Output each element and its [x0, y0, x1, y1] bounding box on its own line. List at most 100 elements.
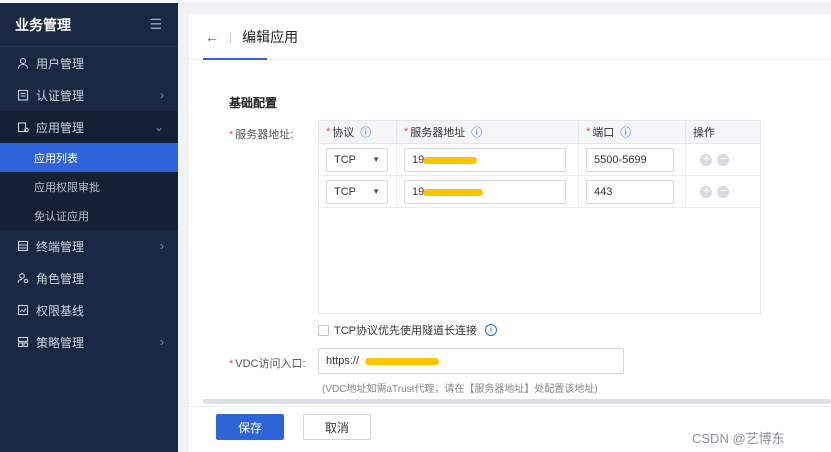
caret-down-icon: ▼ [372, 155, 380, 164]
port-cell: 443 [579, 176, 686, 207]
sidebar-item-label: 策略管理 [36, 335, 85, 350]
port-input[interactable]: 443 [586, 179, 674, 204]
add-row-icon[interactable]: + [700, 153, 712, 166]
sidebar-item-users[interactable]: 用户管理 [0, 47, 178, 79]
user-icon [16, 56, 30, 70]
add-row-icon[interactable]: + [700, 185, 712, 198]
port-cell: 5500-5699 [579, 144, 686, 175]
sidebar: 业务管理 ☰ 用户管理 认证管理 › 应用管理 ⌄ 应用列表 应用权限审批 免认… [0, 3, 178, 452]
info-icon[interactable]: ⓘ [360, 124, 371, 140]
tunnel-option: TCP协议优先使用隧道长连接 i [318, 322, 497, 338]
info-icon[interactable]: i [485, 324, 497, 336]
sidebar-title: 业务管理 [15, 16, 71, 33]
horizontal-scrollbar[interactable] [203, 399, 831, 404]
sidebar-item-label: 角色管理 [36, 271, 85, 286]
cancel-button[interactable]: 取消 [303, 414, 371, 440]
sidebar-item-label: 认证管理 [36, 88, 85, 103]
page-header: ← | 编辑应用 [189, 14, 831, 60]
column-address: * 服务器地址 ⓘ [397, 121, 579, 143]
redaction-mark [423, 156, 477, 164]
certificate-icon [16, 88, 30, 102]
required-mark: * [326, 126, 331, 138]
column-address-label: 服务器地址 [410, 127, 466, 139]
address-cell: 19 [397, 176, 579, 207]
server-address-label: * 服务器地址: [229, 126, 293, 142]
sidebar-subitem-app-approval[interactable]: 应用权限审批 [0, 172, 178, 201]
sidebar-item-label: 权限基线 [36, 303, 85, 318]
vdc-label-text: VDC访问入口: [235, 358, 306, 370]
protocol-cell: TCP ▼ [319, 144, 397, 175]
chevron-down-icon: ⌄ [153, 120, 164, 134]
tab-underline [203, 58, 267, 60]
sidebar-item-auth[interactable]: 认证管理 › [0, 79, 178, 111]
chevron-right-icon: › [160, 239, 164, 253]
caret-down-icon: ▼ [372, 187, 380, 196]
vdc-value: https:// [326, 355, 360, 367]
info-icon[interactable]: ⓘ [471, 124, 482, 140]
sidebar-subitem-app-list[interactable]: 应用列表 [0, 143, 178, 172]
table-row: TCP ▼ 19 443 + − [319, 176, 760, 208]
app-icon [16, 120, 30, 134]
required-mark: * [229, 358, 234, 370]
watermark: CSDN @艺博东 [692, 431, 785, 446]
sidebar-item-label: 应用管理 [36, 120, 85, 135]
address-cell: 19 [397, 144, 579, 175]
page-title: 编辑应用 [242, 28, 299, 45]
column-protocol-label: 协议 [332, 127, 355, 139]
column-protocol: * 协议 ⓘ [319, 121, 397, 143]
server-address-label-text: 服务器地址: [235, 129, 294, 141]
header-separator: | [229, 29, 233, 44]
column-port-label: 端口 [592, 127, 615, 139]
remove-row-icon[interactable]: − [717, 153, 729, 166]
section-title: 基础配置 [229, 96, 278, 110]
sidebar-subitem-no-auth-apps[interactable]: 免认证应用 [0, 201, 178, 230]
port-value: 5500-5699 [594, 153, 647, 166]
save-button[interactable]: 保存 [216, 414, 284, 440]
sidebar-item-baseline[interactable]: 权限基线 [0, 294, 178, 326]
server-address-input[interactable]: 19 [404, 179, 566, 204]
tunnel-checkbox[interactable] [318, 324, 329, 336]
sidebar-item-label: 终端管理 [36, 239, 85, 254]
vdc-label: * VDC访问入口: [229, 355, 306, 371]
protocol-cell: TCP ▼ [319, 176, 397, 207]
table-row: TCP ▼ 19 5500-5699 + − [319, 144, 760, 176]
port-value: 443 [594, 185, 613, 198]
sidebar-header: 业务管理 ☰ [0, 3, 178, 47]
chevron-right-icon: › [160, 335, 164, 349]
remove-row-icon[interactable]: − [717, 185, 729, 198]
role-icon [16, 271, 30, 285]
column-port: * 端口 ⓘ [579, 121, 686, 143]
terminal-icon [16, 239, 30, 253]
sidebar-item-label: 用户管理 [36, 56, 85, 71]
menu-fold-icon[interactable]: ☰ [149, 16, 162, 33]
info-icon[interactable]: ⓘ [620, 124, 631, 140]
actions-cell: + − [686, 144, 760, 175]
server-address-input[interactable]: 19 [404, 147, 566, 172]
sidebar-item-terminals[interactable]: 终端管理 › [0, 230, 178, 262]
protocol-value: TCP [334, 153, 356, 166]
sidebar-item-policy[interactable]: 策略管理 › [0, 326, 178, 358]
protocol-select[interactable]: TCP ▼ [326, 147, 388, 172]
vdc-hint: (VDC地址如需aTrust代理，请在【服务器地址】处配置该地址) [322, 384, 598, 395]
required-mark: * [586, 126, 591, 138]
required-mark: * [404, 126, 409, 138]
column-actions: 操作 [686, 121, 760, 143]
vdc-entry-input[interactable]: https:// [318, 348, 624, 374]
protocol-select[interactable]: TCP ▼ [326, 179, 388, 204]
protocol-value: TCP [334, 185, 356, 198]
column-actions-label: 操作 [693, 127, 715, 139]
policy-icon [16, 335, 30, 349]
arrow-left-icon[interactable]: ← [205, 29, 219, 45]
port-input[interactable]: 5500-5699 [586, 147, 674, 172]
sidebar-item-roles[interactable]: 角色管理 [0, 262, 178, 294]
baseline-icon [16, 303, 30, 317]
actions-cell: + − [686, 176, 760, 207]
chevron-right-icon: › [160, 88, 164, 102]
redaction-mark [365, 358, 439, 365]
main-panel: ← | 编辑应用 基础配置 * 服务器地址: * 协议 ⓘ * 服务器地址 ⓘ * 端口 ⓘ … [189, 14, 831, 452]
server-table: * 协议 ⓘ * 服务器地址 ⓘ * 端口 ⓘ 操作 TCP ▼ 19 5500-5699 +… [318, 120, 761, 314]
sidebar-item-apps[interactable]: 应用管理 ⌄ [0, 111, 178, 143]
required-mark: * [229, 129, 234, 141]
tunnel-checkbox-label[interactable]: TCP协议优先使用隧道长连接 [334, 322, 477, 338]
redaction-mark [423, 188, 483, 196]
